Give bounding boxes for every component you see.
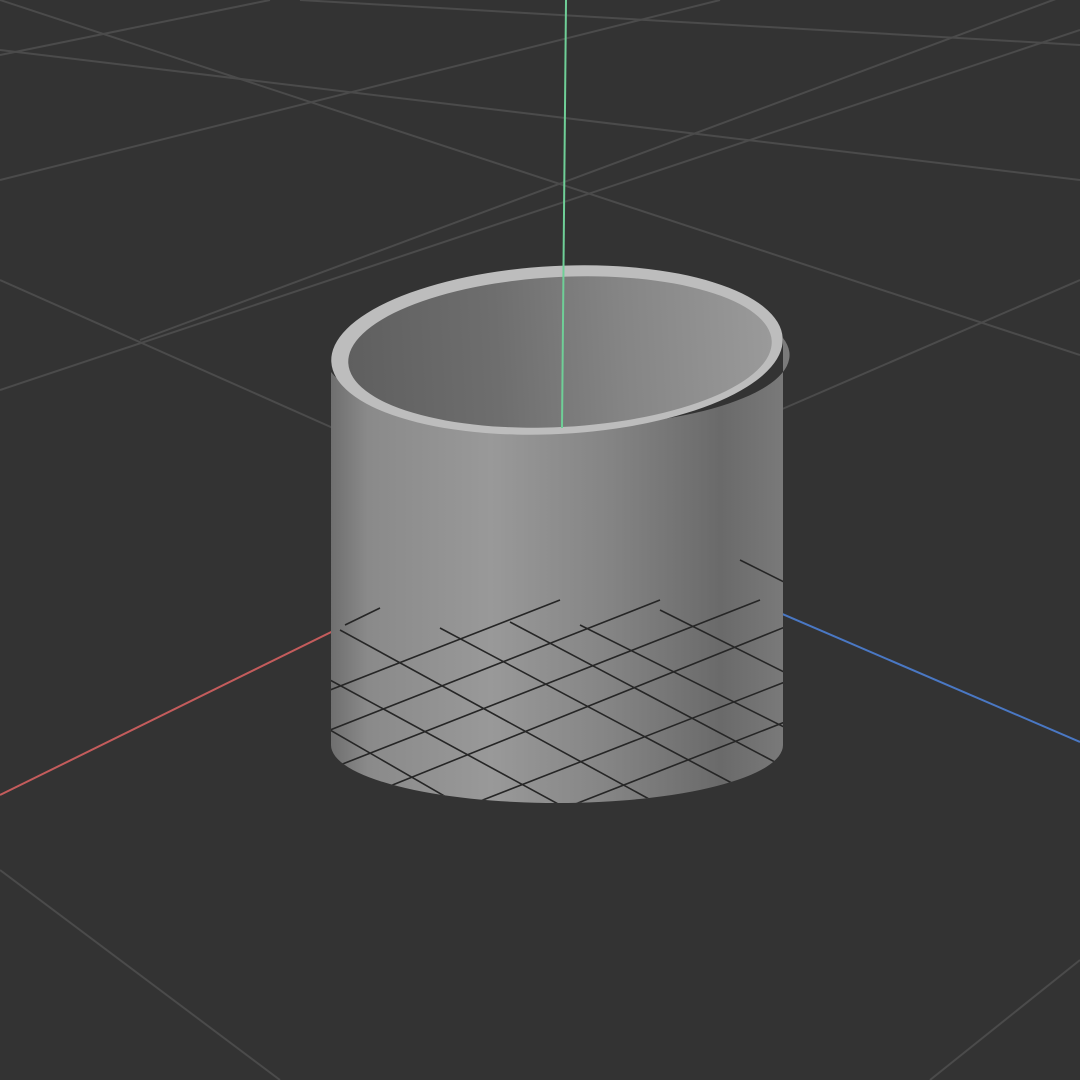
viewport-canvas[interactable]: [0, 0, 1080, 1080]
3d-viewport[interactable]: [0, 0, 1080, 1080]
